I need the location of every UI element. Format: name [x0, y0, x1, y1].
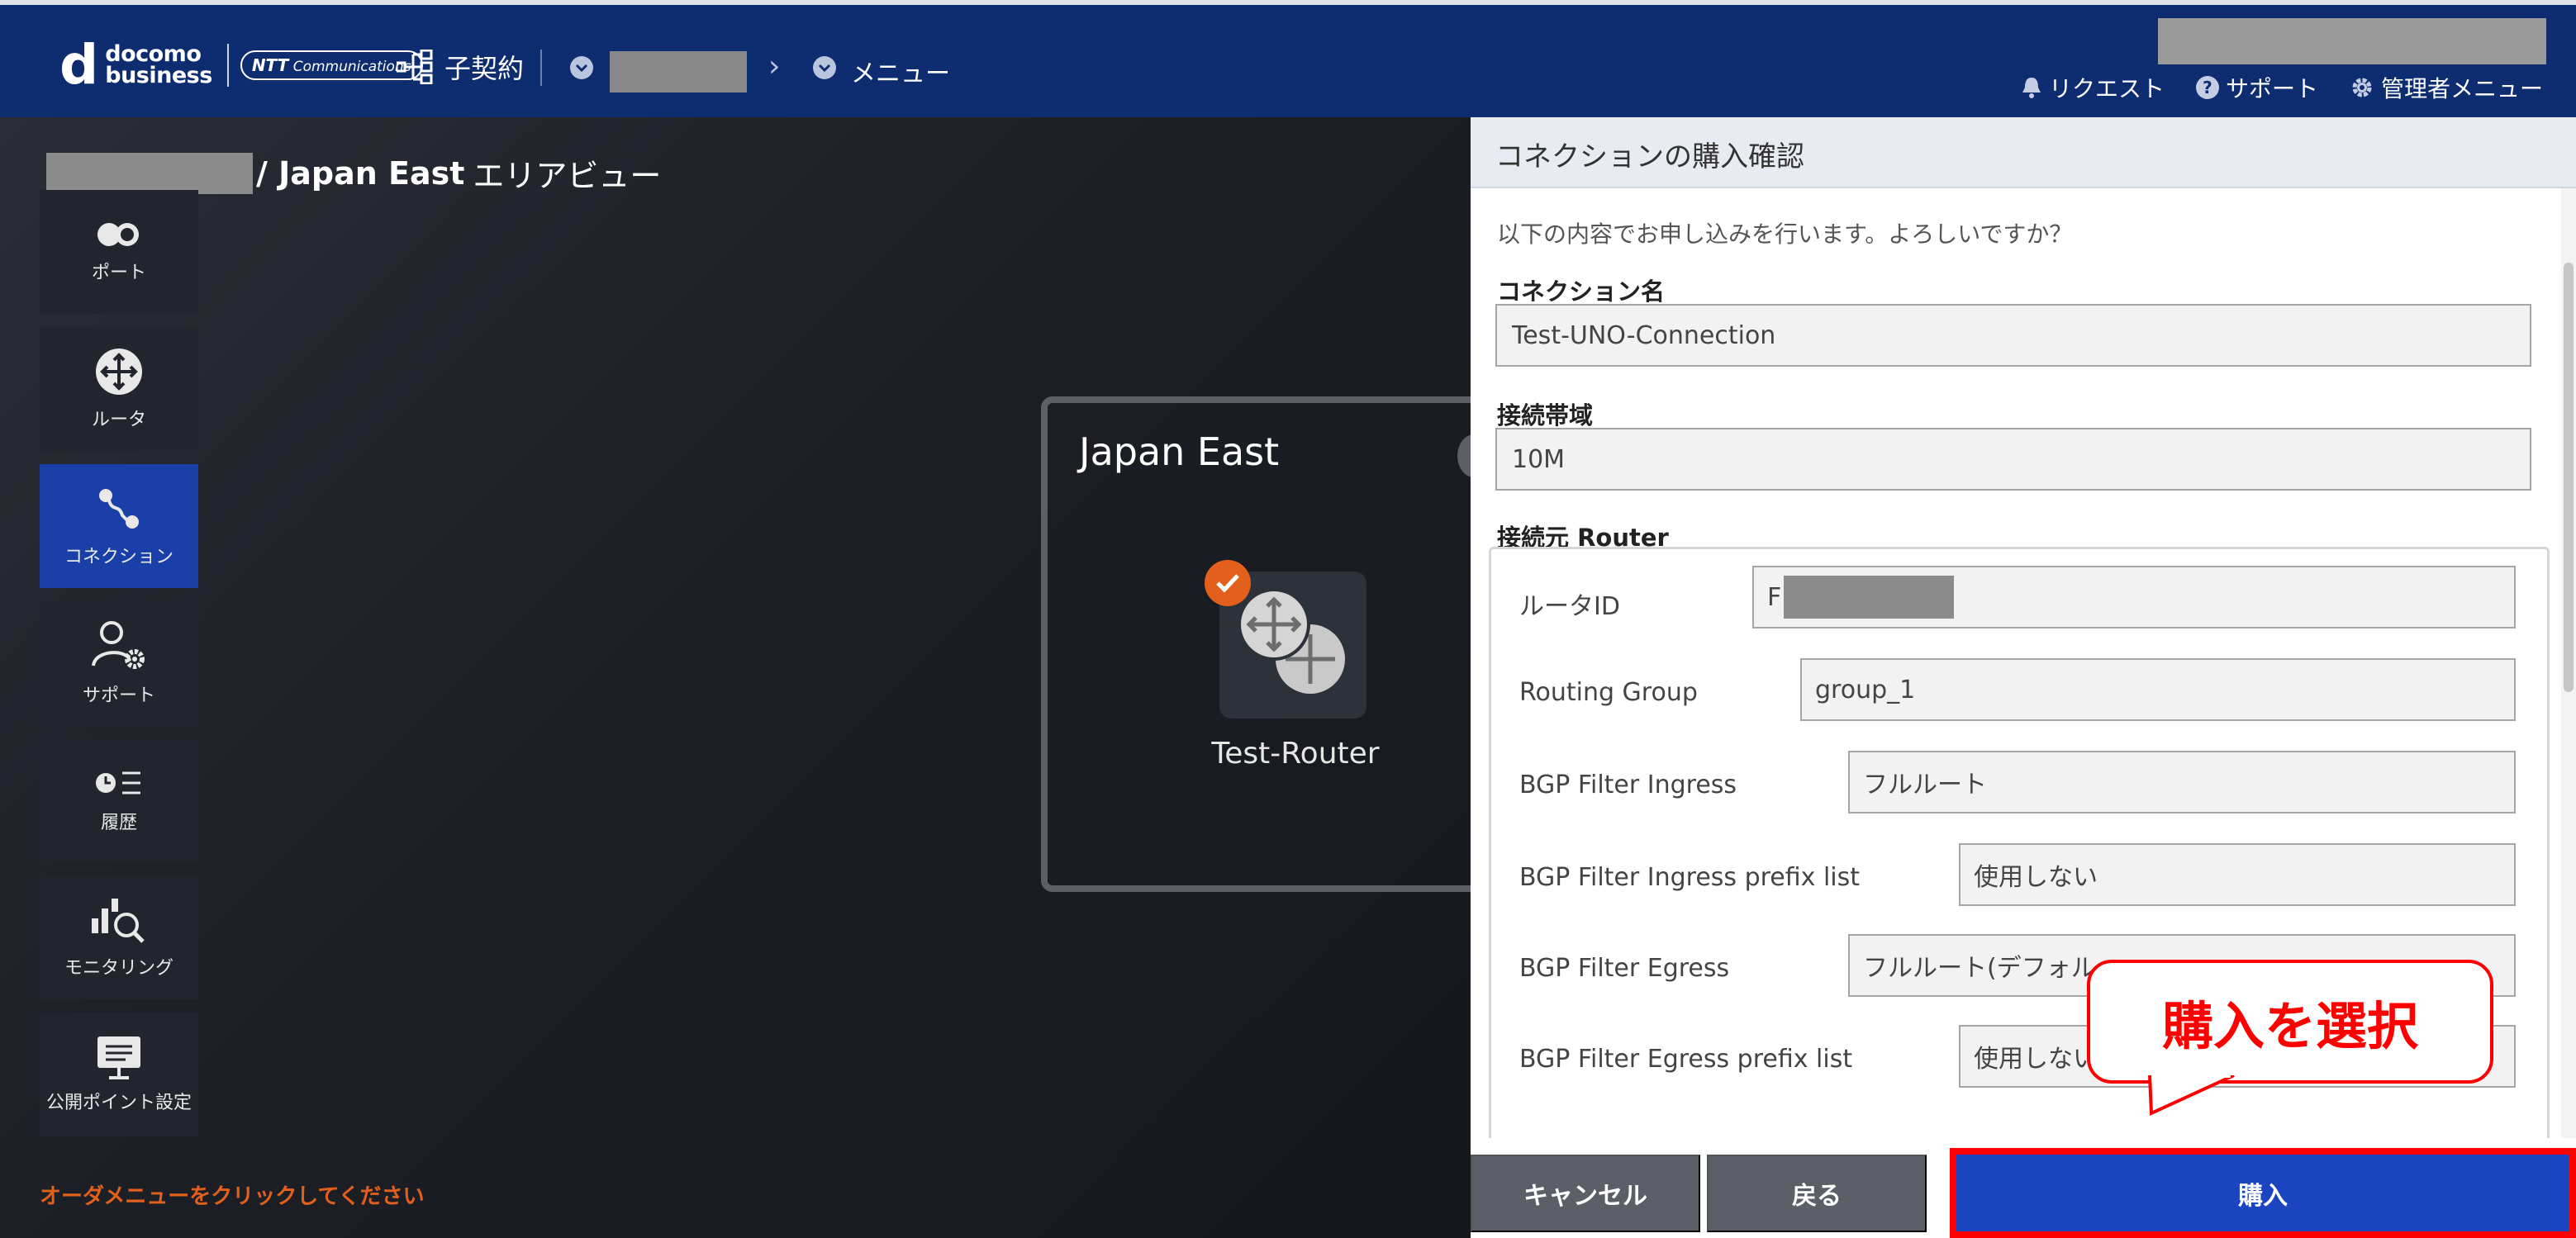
area-view-title: / Japan East エリアビュー	[46, 150, 661, 196]
dialog-footer: キャンセル 戻る 購入	[1471, 1148, 2576, 1238]
admin-menu-label: 管理者メニュー	[2380, 75, 2543, 102]
bandwidth-label: 接続帯域	[1497, 401, 1594, 429]
order-instruction: オーダメニューをクリックしてください	[40, 1184, 425, 1209]
bgp-ingress-prefix-field: 使用しない	[1959, 843, 2516, 906]
area-title-suffix: エリアビュー	[473, 158, 662, 194]
sidebar-item-support[interactable]: サポート	[40, 601, 198, 725]
selected-check-icon	[1205, 560, 1251, 606]
logo-d-mark: d	[59, 33, 99, 97]
chevron-down-icon[interactable]	[813, 56, 836, 79]
redacted-account-name[interactable]	[2158, 18, 2546, 64]
sidebar-item-port[interactable]: ポート	[40, 190, 198, 314]
sidebar-label: サポート	[82, 685, 155, 706]
bgp-ingress-prefix-label: BGP Filter Ingress prefix list	[1519, 863, 1861, 892]
confirm-message: 以下の内容でお申し込みを行います。よろしいですか？	[1497, 221, 2073, 248]
resource-sidebar: ポート ルータ コネクション サポート 履歴 モニタリング 公開ポイント設定	[40, 190, 198, 1150]
top-header: d docomo business NTT Communications 子契約…	[0, 0, 2576, 117]
sidebar-label: ポート	[91, 263, 146, 283]
org-tree-icon	[397, 50, 433, 84]
router-icon	[96, 349, 142, 395]
routing-group-label: Routing Group	[1519, 678, 1698, 707]
area-title-main: / Japan East	[256, 154, 465, 192]
sidebar-item-connection[interactable]: コネクション	[40, 464, 198, 588]
ntt-communications-logo: NTT Communications	[240, 50, 423, 80]
bgp-ingress-label: BGP Filter Ingress	[1519, 771, 1737, 799]
dialog-header: コネクションの購入確認	[1471, 117, 2576, 188]
scrollbar-thumb[interactable]	[2564, 263, 2574, 692]
purchase-button[interactable]: 購入	[1950, 1148, 2576, 1238]
logo-wordmark: docomo business	[105, 43, 212, 88]
redacted-area-prefix	[46, 152, 253, 194]
region-title: Japan East	[1079, 429, 1280, 474]
logo-divider	[226, 44, 229, 87]
area-view-canvas[interactable]: / Japan East エリアビュー ポート ルータ コネクション サポート …	[0, 117, 1490, 1238]
support-icon	[92, 621, 145, 669]
question-icon: ?	[2195, 76, 2219, 99]
router-node-label: Test-Router	[1211, 737, 1380, 771]
header-divider	[540, 50, 542, 86]
bgp-ingress-field: フルルート	[1848, 751, 2516, 813]
bell-icon	[2022, 78, 2041, 98]
sidebar-item-router[interactable]: ルータ	[40, 327, 198, 451]
dialog-title: コネクションの購入確認	[1495, 140, 1804, 173]
contract-label: 子契約	[444, 53, 525, 84]
docomo-business-logo[interactable]: d docomo business NTT Communications	[59, 36, 423, 94]
chevron-down-icon[interactable]	[570, 56, 593, 79]
monitoring-icon	[92, 899, 145, 943]
cancel-button[interactable]: キャンセル	[1471, 1155, 1700, 1232]
routing-group-field: group_1	[1800, 658, 2516, 721]
menu-breadcrumb[interactable]: メニュー	[851, 53, 950, 89]
sidebar-label: ルータ	[91, 410, 146, 430]
header-links: リクエスト ? サポート 管理者メニュー	[2021, 71, 2543, 104]
contract-selector[interactable]: 子契約	[397, 48, 524, 86]
sidebar-label: コネクション	[64, 547, 173, 567]
region-card-japan-east[interactable]: Japan East Test-Router	[1041, 396, 1490, 892]
logo-line2: business	[105, 63, 212, 88]
back-button[interactable]: 戻る	[1707, 1155, 1927, 1232]
breadcrumb-chevron-right-icon: ›	[768, 50, 781, 83]
redacted-tenant-name	[610, 51, 747, 92]
sidebar-label: 公開ポイント設定	[45, 1093, 192, 1113]
sidebar-item-history[interactable]: 履歴	[40, 738, 198, 862]
router-id-label: ルータID	[1519, 592, 1620, 621]
request-link[interactable]: リクエスト	[2021, 71, 2165, 104]
public-point-icon	[97, 1036, 140, 1079]
history-icon	[96, 771, 140, 795]
sidebar-item-public-point[interactable]: 公開ポイント設定	[40, 1013, 198, 1136]
connection-name-label: コネクション名	[1497, 277, 1666, 306]
bandwidth-field: 10M	[1495, 428, 2531, 491]
sidebar-label: モニタリング	[64, 958, 173, 979]
bgp-egress-label: BGP Filter Egress	[1519, 954, 1730, 983]
support-link[interactable]: ? サポート	[2195, 71, 2318, 104]
bgp-egress-prefix-label: BGP Filter Egress prefix list	[1519, 1045, 1853, 1074]
request-link-label: リクエスト	[2048, 75, 2165, 102]
instruction-callout: 購入を選択	[2087, 960, 2493, 1084]
support-link-label: サポート	[2225, 75, 2318, 102]
connection-name-field: Test-UNO-Connection	[1495, 304, 2531, 367]
sidebar-label: 履歴	[100, 813, 137, 833]
ntt-logo-text: Communications	[292, 59, 411, 75]
gear-icon	[2352, 78, 2372, 97]
router-id-value: F	[1767, 582, 1782, 612]
port-icon	[97, 223, 139, 246]
admin-menu-link[interactable]: 管理者メニュー	[2350, 71, 2543, 104]
redacted-router-id	[1784, 576, 1954, 619]
dialog-scrollbar[interactable]	[2561, 188, 2576, 1138]
router-id-field: F	[1752, 566, 2516, 628]
connection-icon	[99, 489, 139, 529]
sidebar-item-monitoring[interactable]: モニタリング	[40, 875, 198, 999]
callout-tail	[2148, 1075, 2235, 1117]
